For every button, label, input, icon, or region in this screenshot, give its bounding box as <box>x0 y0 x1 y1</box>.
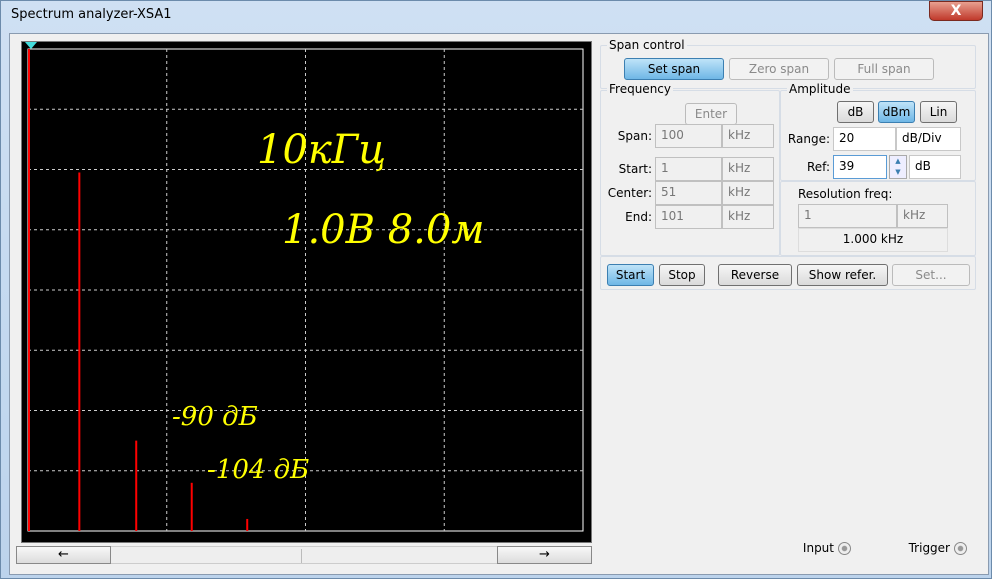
freq-1-unit: kHz <box>722 157 774 181</box>
resolution-unit: kHz <box>897 204 948 228</box>
resolution-readout: 1.000 kHz <box>798 228 948 252</box>
full-span-button[interactable]: Full span <box>834 58 934 80</box>
freq-0-input[interactable]: 100 <box>655 124 722 148</box>
horizontal-scrollbar[interactable]: ← → <box>16 546 592 564</box>
annotation-frequency: 10кГц <box>257 127 387 173</box>
annotation-level-2: -104 дБ <box>207 455 310 485</box>
scroll-left-button[interactable]: ← <box>16 546 111 564</box>
freq-1-input[interactable]: 1 <box>655 157 722 181</box>
amplitude-title: Amplitude <box>787 82 853 96</box>
range-label: Range: <box>787 132 830 146</box>
scroll-track[interactable] <box>111 546 497 564</box>
range-unit: dB/Div <box>896 127 961 151</box>
ref-unit: dB <box>909 155 961 179</box>
ref-spinner[interactable]: ▲ ▼ <box>889 155 907 179</box>
close-button[interactable]: X <box>929 1 983 21</box>
window-title: Spectrum analyzer-XSA1 <box>11 7 172 22</box>
range-input[interactable]: 20 <box>833 127 896 151</box>
freq-2-label: Center: <box>607 186 652 200</box>
ref-input[interactable]: 39 <box>833 155 887 179</box>
input-label: Input <box>802 541 834 555</box>
span-control-title: Span control <box>607 38 687 52</box>
resolution-input[interactable]: 1 <box>798 204 897 228</box>
freq-3-input[interactable]: 101 <box>655 205 722 229</box>
client-area: 10кГц 1.0В 8.0м -90 дБ -104 дБ ← → Span … <box>9 33 989 575</box>
trigger-terminal[interactable] <box>954 542 967 555</box>
set-button[interactable]: Set... <box>892 264 970 286</box>
freq-3-unit: kHz <box>722 205 774 229</box>
enter-button[interactable]: Enter <box>685 103 737 125</box>
spectrum-display: 10кГц 1.0В 8.0м -90 дБ -104 дБ <box>21 41 592 543</box>
db-button[interactable]: dB <box>837 101 874 123</box>
freq-2-unit: kHz <box>722 181 774 205</box>
lin-button[interactable]: Lin <box>920 101 957 123</box>
freq-3-label: End: <box>625 210 652 224</box>
freq-0-label: Span: <box>617 129 652 143</box>
start-button[interactable]: Start <box>607 264 654 286</box>
set-span-button[interactable]: Set span <box>624 58 724 80</box>
frequency-title: Frequency <box>607 82 673 96</box>
show-refer-button[interactable]: Show refer. <box>797 264 888 286</box>
dbm-button[interactable]: dBm <box>878 101 915 123</box>
reverse-button[interactable]: Reverse <box>718 264 792 286</box>
resolution-title: Resolution freq: <box>796 187 895 201</box>
cursor-marker[interactable] <box>25 42 37 49</box>
freq-2-input[interactable]: 51 <box>655 181 722 205</box>
annotation-level-1: -90 дБ <box>172 402 258 432</box>
spectrum-analyzer-window: Spectrum analyzer-XSA1 X 10кГц 1.0В 8.0м… <box>0 0 992 579</box>
zero-span-button[interactable]: Zero span <box>729 58 829 80</box>
ref-label: Ref: <box>806 160 830 174</box>
freq-1-label: Start: <box>618 162 652 176</box>
freq-0-unit: kHz <box>722 124 774 148</box>
scroll-right-button[interactable]: → <box>497 546 592 564</box>
input-terminal[interactable] <box>838 542 851 555</box>
stop-button[interactable]: Stop <box>659 264 705 286</box>
annotation-load: 1.0В 8.0м <box>282 207 485 253</box>
trigger-label: Trigger <box>908 541 950 555</box>
